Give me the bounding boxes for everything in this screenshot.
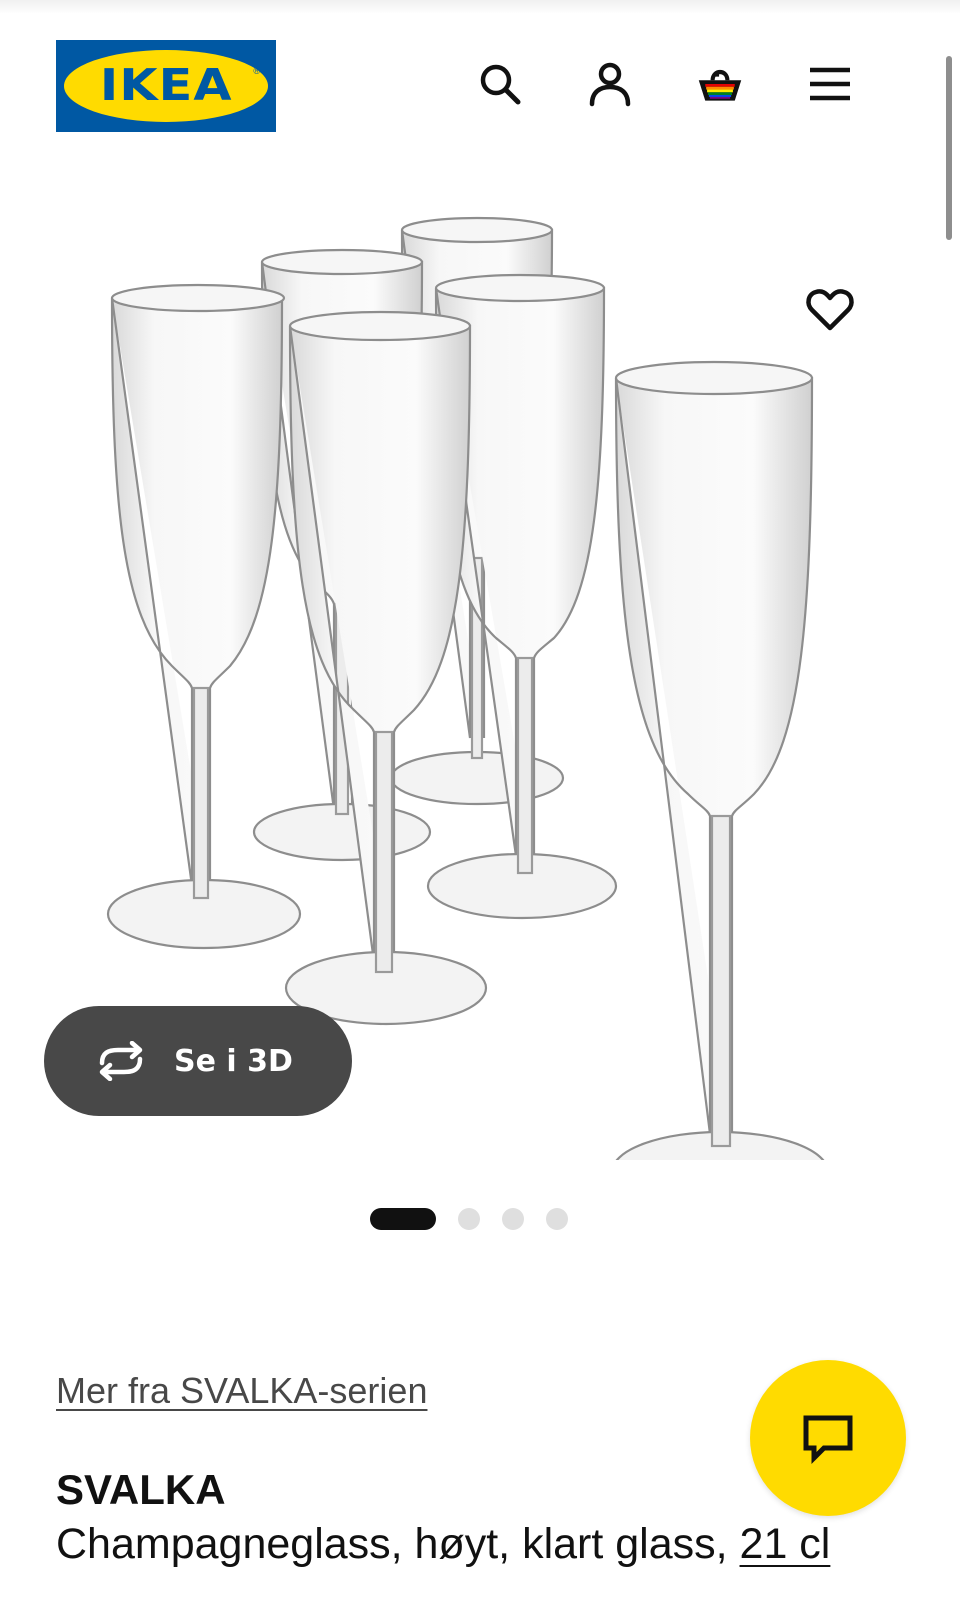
carousel-dot-2[interactable] xyxy=(458,1208,480,1230)
product-page: IKEA ® Se i 3D Mer fra SVALKA-serien SVA… xyxy=(0,0,960,1600)
shopping-basket-button[interactable] xyxy=(694,58,746,110)
logo-registered-mark: ® xyxy=(253,66,260,76)
view-in-3d-button[interactable]: Se i 3D xyxy=(44,1006,352,1116)
menu-icon xyxy=(810,67,850,101)
status-bar-shadow xyxy=(0,0,960,14)
menu-button[interactable] xyxy=(804,58,856,110)
carousel-dot-4[interactable] xyxy=(546,1208,568,1230)
heart-icon xyxy=(806,289,854,331)
carousel-dot-3[interactable] xyxy=(502,1208,524,1230)
product-size-link[interactable]: 21 cl xyxy=(740,1520,831,1568)
add-to-favorites-button[interactable] xyxy=(800,280,860,340)
search-button[interactable] xyxy=(474,58,526,110)
logo-text: IKEA xyxy=(99,60,233,111)
product-description: Champagneglass, høyt, klart glass, 21 cl xyxy=(56,1520,830,1569)
chat-button[interactable] xyxy=(750,1360,906,1516)
series-link[interactable]: Mer fra SVALKA-serien xyxy=(56,1370,427,1412)
rotate-3d-icon xyxy=(99,1041,143,1081)
account-button[interactable] xyxy=(584,58,636,110)
chat-icon xyxy=(803,1415,853,1465)
logo-oval: IKEA xyxy=(64,50,268,122)
ikea-logo[interactable]: IKEA ® xyxy=(56,40,276,132)
scrollbar[interactable] xyxy=(946,56,952,240)
account-icon xyxy=(589,62,631,107)
carousel-dot-1[interactable] xyxy=(370,1208,436,1230)
search-icon xyxy=(480,64,521,105)
shopping-basket-icon xyxy=(698,69,742,101)
view-in-3d-label: Se i 3D xyxy=(174,1043,293,1079)
product-name: SVALKA xyxy=(56,1466,226,1513)
carousel-indicator xyxy=(370,1208,568,1230)
product-description-text: Champagneglass, høyt, klart glass, xyxy=(56,1520,740,1568)
